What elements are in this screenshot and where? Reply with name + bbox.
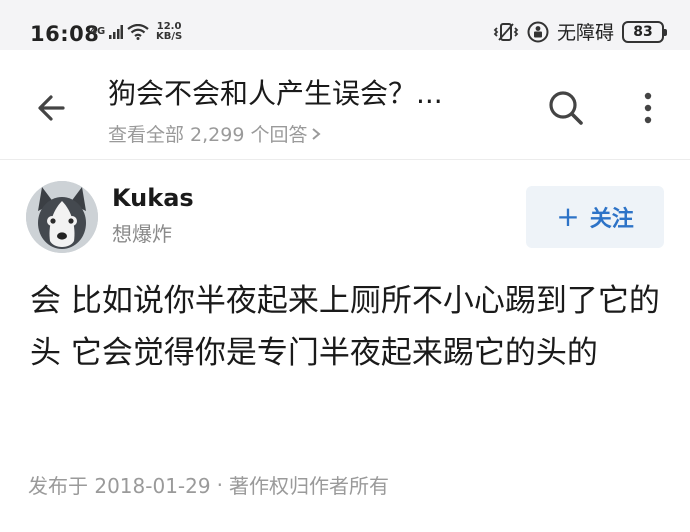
publish-date: 发布于 2018-01-29 xyxy=(28,474,211,498)
signal-icon xyxy=(109,25,124,39)
back-arrow-icon xyxy=(38,95,65,121)
more-options-button[interactable] xyxy=(636,86,660,130)
status-right: 无障碍 83 xyxy=(493,18,667,45)
author-name[interactable]: Kukas xyxy=(112,184,194,212)
network-speed-unit: KB/S xyxy=(156,31,183,42)
network-indicator: 4G xyxy=(90,24,149,40)
husky-avatar-image xyxy=(26,181,98,253)
wifi-icon xyxy=(127,24,149,40)
network-speed: 12.0 KB/S xyxy=(156,22,182,42)
author-headline: 想爆炸 xyxy=(112,222,172,246)
answer-content: 会 比如说你半夜起来上厕所不小心踢到了它的头 它会觉得你是专门半夜起来踢它的头的 xyxy=(30,283,660,371)
status-time: 16:08 xyxy=(30,22,100,46)
search-icon xyxy=(549,91,583,125)
plus-icon: + xyxy=(556,200,580,233)
accessibility-icon xyxy=(527,21,549,42)
author-avatar[interactable] xyxy=(26,181,98,253)
separator-dot: · xyxy=(216,472,223,497)
question-title[interactable]: 狗会不会和人产生误会？... xyxy=(108,72,523,112)
back-button[interactable] xyxy=(30,86,74,130)
question-header: 狗会不会和人产生误会？... 查看全部 2,299 个回答 xyxy=(0,50,690,160)
follow-button[interactable]: + 关注 xyxy=(526,186,664,248)
battery-level: 83 xyxy=(633,23,653,40)
copyright-notice: 著作权归作者所有 xyxy=(228,474,389,498)
vibrate-icon xyxy=(493,22,519,41)
status-bar: 16:08 4G 12.0 KB/S 无障碍 83 xyxy=(0,0,690,50)
network-type: 4G xyxy=(90,26,106,37)
accessibility-label: 无障碍 xyxy=(556,22,614,44)
search-button[interactable] xyxy=(544,86,588,130)
follow-label: 关注 xyxy=(589,207,634,232)
battery-indicator: 83 xyxy=(622,20,667,43)
more-vertical-icon xyxy=(644,92,652,124)
all-answers-link[interactable]: 查看全部 2,299 个回答 xyxy=(108,120,322,147)
chevron-right-icon xyxy=(312,127,322,140)
answer-meta: 发布于 2018-01-29 · 著作权归作者所有 xyxy=(28,470,389,499)
all-answers-label: 查看全部 2,299 个回答 xyxy=(108,124,308,146)
